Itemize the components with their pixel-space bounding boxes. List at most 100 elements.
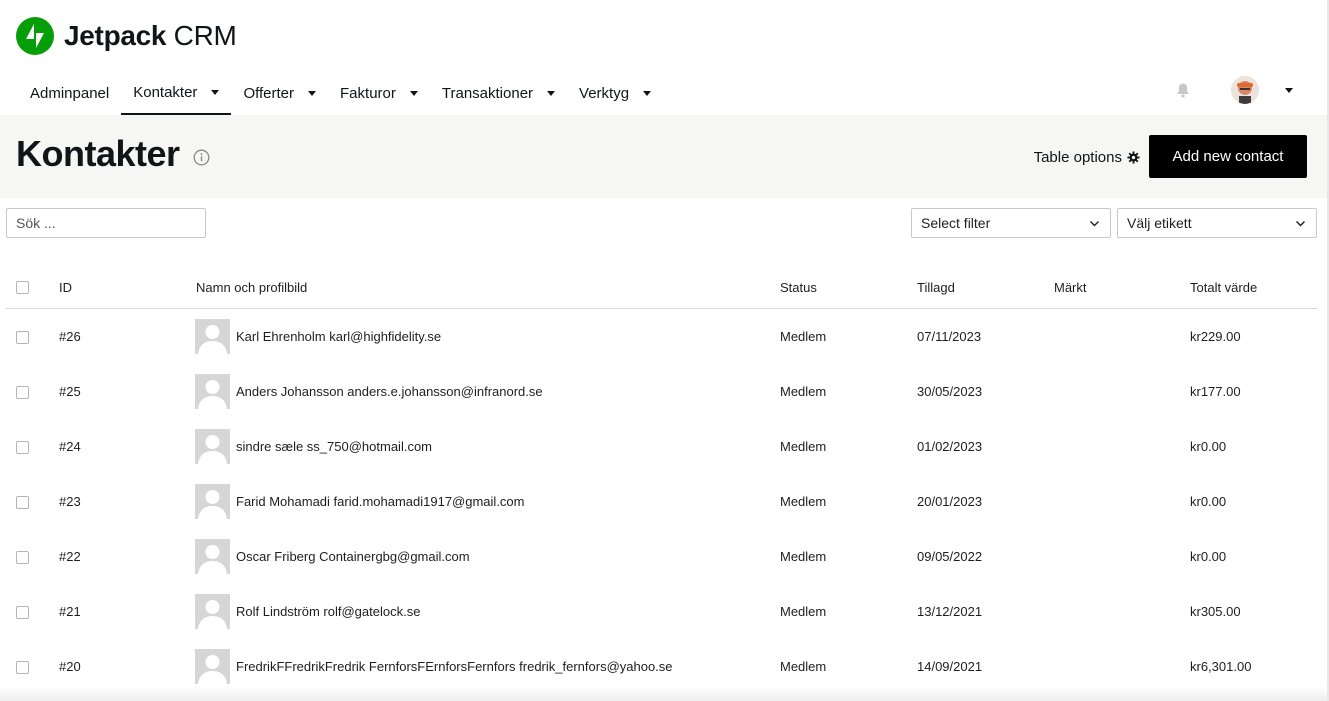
- column-header-id[interactable]: ID: [59, 280, 72, 295]
- profile-picture[interactable]: [195, 484, 230, 519]
- row-name[interactable]: FredrikFFredrikFredrik FernforsFErnforsF…: [236, 659, 673, 674]
- jetpack-logo-icon: [16, 17, 54, 55]
- profile-picture[interactable]: [195, 594, 230, 629]
- nav-item-kontakter[interactable]: Kontakter: [121, 72, 232, 115]
- row-id[interactable]: #21: [59, 604, 81, 619]
- row-status: Medlem: [780, 549, 827, 564]
- main-nav: Adminpanel Kontakter Offerter Fakturor T…: [18, 72, 663, 115]
- row-checkbox[interactable]: [16, 496, 29, 509]
- row-name[interactable]: Oscar Friberg Containergbg@gmail.com: [236, 549, 470, 564]
- nav-item-transaktioner[interactable]: Transaktioner: [430, 72, 567, 115]
- row-checkbox[interactable]: [16, 441, 29, 454]
- row-total: kr6,301.00: [1190, 659, 1252, 674]
- chevron-down-icon: [1296, 221, 1305, 227]
- row-id[interactable]: #24: [59, 439, 81, 454]
- row-added: 30/05/2023: [917, 384, 983, 399]
- search-input[interactable]: [6, 208, 206, 238]
- row-id[interactable]: #26: [59, 329, 81, 344]
- add-new-contact-button[interactable]: Add new contact: [1149, 135, 1307, 178]
- caret-down-icon: [643, 91, 652, 96]
- row-name[interactable]: Farid Mohamadi farid.mohamadi1917@gmail.…: [236, 494, 525, 509]
- chevron-down-icon: [1090, 221, 1099, 227]
- row-id[interactable]: #25: [59, 384, 81, 399]
- profile-picture[interactable]: [195, 319, 230, 354]
- row-status: Medlem: [780, 384, 827, 399]
- row-added: 07/11/2023: [917, 329, 982, 344]
- nav-item-offerter[interactable]: Offerter: [231, 72, 328, 115]
- table-row[interactable]: #26 Karl Ehrenholm karl@highfidelity.se …: [6, 309, 1317, 364]
- tag-select[interactable]: Välj etikett: [1117, 208, 1317, 238]
- avatar-placeholder-icon: [198, 490, 227, 519]
- table-row[interactable]: #21 Rolf Lindström rolf@gatelock.se Medl…: [6, 584, 1317, 639]
- profile-picture[interactable]: [195, 374, 230, 409]
- row-added: 13/12/2021: [917, 604, 983, 619]
- row-checkbox[interactable]: [16, 386, 29, 399]
- row-name[interactable]: Karl Ehrenholm karl@highfidelity.se: [236, 329, 441, 344]
- profile-picture[interactable]: [195, 539, 230, 574]
- brand-logo[interactable]: Jetpack CRM: [16, 16, 237, 56]
- row-added: 20/01/2023: [917, 494, 983, 509]
- row-checkbox[interactable]: [16, 331, 29, 344]
- table-row[interactable]: #25 Anders Johansson anders.e.johansson@…: [6, 364, 1317, 419]
- nav-item-label: Kontakter: [133, 84, 198, 101]
- nav-item-label: Adminpanel: [30, 85, 110, 102]
- row-status: Medlem: [780, 329, 827, 344]
- contacts-table: ID Namn och profilbild Status Tillagd Mä…: [6, 266, 1317, 694]
- info-icon[interactable]: [193, 149, 210, 166]
- table-row[interactable]: #22 Oscar Friberg Containergbg@gmail.com…: [6, 529, 1317, 584]
- caret-down-icon: [211, 90, 220, 95]
- table-header: ID Namn och profilbild Status Tillagd Mä…: [6, 266, 1317, 309]
- bell-icon[interactable]: [1175, 82, 1191, 98]
- select-all-checkbox[interactable]: [16, 281, 29, 294]
- row-name[interactable]: Rolf Lindström rolf@gatelock.se: [236, 604, 420, 619]
- filter-select[interactable]: Select filter: [911, 208, 1111, 238]
- tag-select-value: Välj etikett: [1127, 215, 1192, 231]
- row-checkbox[interactable]: [16, 661, 29, 674]
- column-header-status[interactable]: Status: [780, 280, 817, 295]
- avatar-placeholder-icon: [198, 545, 227, 574]
- user-avatar[interactable]: [1231, 76, 1259, 104]
- avatar-placeholder-icon: [198, 435, 227, 464]
- row-id[interactable]: #23: [59, 494, 81, 509]
- nav-item-label: Fakturor: [340, 85, 396, 102]
- row-name[interactable]: sindre sæle ss_750@hotmail.com: [236, 439, 432, 454]
- filter-select-value: Select filter: [921, 215, 991, 231]
- column-header-name[interactable]: Namn och profilbild: [196, 280, 307, 295]
- nav-item-verktyg[interactable]: Verktyg: [567, 72, 663, 115]
- row-status: Medlem: [780, 494, 827, 509]
- column-header-added[interactable]: Tillagd: [917, 280, 955, 295]
- caret-down-icon: [547, 91, 556, 96]
- avatar-placeholder-icon: [198, 380, 227, 409]
- row-total: kr0.00: [1190, 494, 1227, 509]
- profile-picture[interactable]: [195, 429, 230, 464]
- row-added: 01/02/2023: [917, 439, 983, 454]
- row-checkbox[interactable]: [16, 606, 29, 619]
- nav-item-label: Transaktioner: [441, 85, 534, 102]
- nav-item-label: Verktyg: [579, 85, 630, 102]
- nav-item-adminpanel[interactable]: Adminpanel: [18, 72, 121, 115]
- caret-down-icon: [409, 91, 418, 96]
- row-id[interactable]: #22: [59, 549, 81, 564]
- row-total: kr305.00: [1190, 604, 1241, 619]
- column-header-tagged[interactable]: Märkt: [1054, 280, 1087, 295]
- nav-item-fakturor[interactable]: Fakturor: [328, 72, 430, 115]
- row-id[interactable]: #20: [59, 659, 81, 674]
- row-status: Medlem: [780, 604, 827, 619]
- table-row[interactable]: #24 sindre sæle ss_750@hotmail.com Medle…: [6, 419, 1317, 474]
- user-area: [1175, 76, 1293, 104]
- nav-item-label: Offerter: [243, 85, 295, 102]
- table-row[interactable]: #23 Farid Mohamadi farid.mohamadi1917@gm…: [6, 474, 1317, 529]
- avatar-placeholder-icon: [198, 600, 227, 629]
- row-checkbox[interactable]: [16, 551, 29, 564]
- table-options-button[interactable]: Table options: [1034, 149, 1140, 166]
- row-total: kr0.00: [1190, 439, 1227, 454]
- row-total: kr229.00: [1190, 329, 1241, 344]
- avatar-placeholder-icon: [198, 325, 227, 354]
- caret-down-icon: [308, 91, 317, 96]
- profile-picture[interactable]: [195, 649, 230, 684]
- page-header: Kontakter Table options Add new contact: [0, 115, 1329, 198]
- bottom-scroll-shadow: [0, 686, 1329, 701]
- row-name[interactable]: Anders Johansson anders.e.johansson@infr…: [236, 384, 543, 399]
- column-header-total[interactable]: Totalt värde: [1190, 280, 1257, 295]
- user-menu-caret-icon[interactable]: [1285, 87, 1293, 93]
